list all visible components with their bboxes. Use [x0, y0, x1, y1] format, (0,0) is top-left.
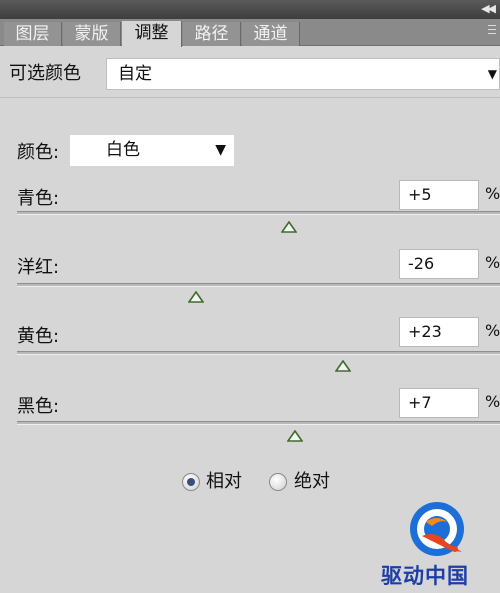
black-label: 黑色:	[17, 396, 60, 417]
site-logo-icon	[410, 502, 464, 556]
colors-dropdown[interactable]: 白色 ▼	[70, 135, 234, 166]
panel-menu-icon[interactable]	[488, 25, 496, 39]
magenta-slider-thumb[interactable]	[188, 291, 204, 303]
black-slider-thumb[interactable]	[287, 430, 303, 442]
tab-paths[interactable]: 路径	[183, 22, 241, 46]
black-percent: %	[485, 392, 500, 411]
tab-channels[interactable]: 通道	[242, 22, 300, 46]
magenta-input[interactable]: -26	[399, 249, 479, 279]
yellow-slider-track[interactable]	[17, 351, 500, 355]
yellow-percent: %	[485, 321, 500, 340]
panel-tab-bar: 图层 蒙版 调整 路径 通道	[0, 19, 500, 47]
absolute-radio[interactable]	[269, 473, 287, 491]
tab-masks[interactable]: 蒙版	[63, 22, 121, 46]
black-input[interactable]: +7	[399, 388, 479, 418]
black-slider-track[interactable]	[17, 421, 500, 425]
cyan-input[interactable]: +5	[399, 180, 479, 210]
absolute-label: 绝对	[294, 471, 330, 492]
tab-adjustments[interactable]: 调整	[122, 21, 182, 47]
adjustment-title: 可选颜色	[9, 63, 81, 84]
chevron-down-icon: ▼	[487, 67, 497, 81]
absolute-option[interactable]: 绝对	[269, 470, 359, 494]
preset-value: 自定	[118, 64, 152, 84]
tab-layers[interactable]: 图层	[4, 22, 62, 46]
cyan-label: 青色:	[17, 188, 60, 209]
yellow-slider-thumb[interactable]	[335, 360, 351, 372]
relative-radio[interactable]	[182, 473, 200, 491]
magenta-slider-track[interactable]	[17, 283, 500, 287]
magenta-percent: %	[485, 253, 500, 272]
yellow-label: 黄色:	[17, 326, 60, 347]
cyan-percent: %	[485, 184, 500, 203]
relative-option[interactable]: 相对	[182, 470, 272, 494]
cyan-slider-track[interactable]	[17, 211, 500, 215]
panel-title-bar: ◀◀	[0, 0, 500, 19]
collapse-panel-icon[interactable]: ◀◀	[481, 2, 496, 16]
magenta-label: 洋红:	[17, 257, 60, 278]
colors-value: 白色	[106, 140, 140, 160]
watermark-text: 驱动中国	[381, 564, 469, 588]
chevron-down-icon: ▼	[215, 142, 226, 158]
colors-label: 颜色:	[17, 142, 60, 163]
preset-dropdown[interactable]: 自定 ▼	[106, 58, 500, 90]
yellow-input[interactable]: +23	[399, 317, 479, 347]
cyan-slider-thumb[interactable]	[281, 221, 297, 233]
divider	[0, 97, 500, 98]
relative-label: 相对	[206, 471, 242, 492]
